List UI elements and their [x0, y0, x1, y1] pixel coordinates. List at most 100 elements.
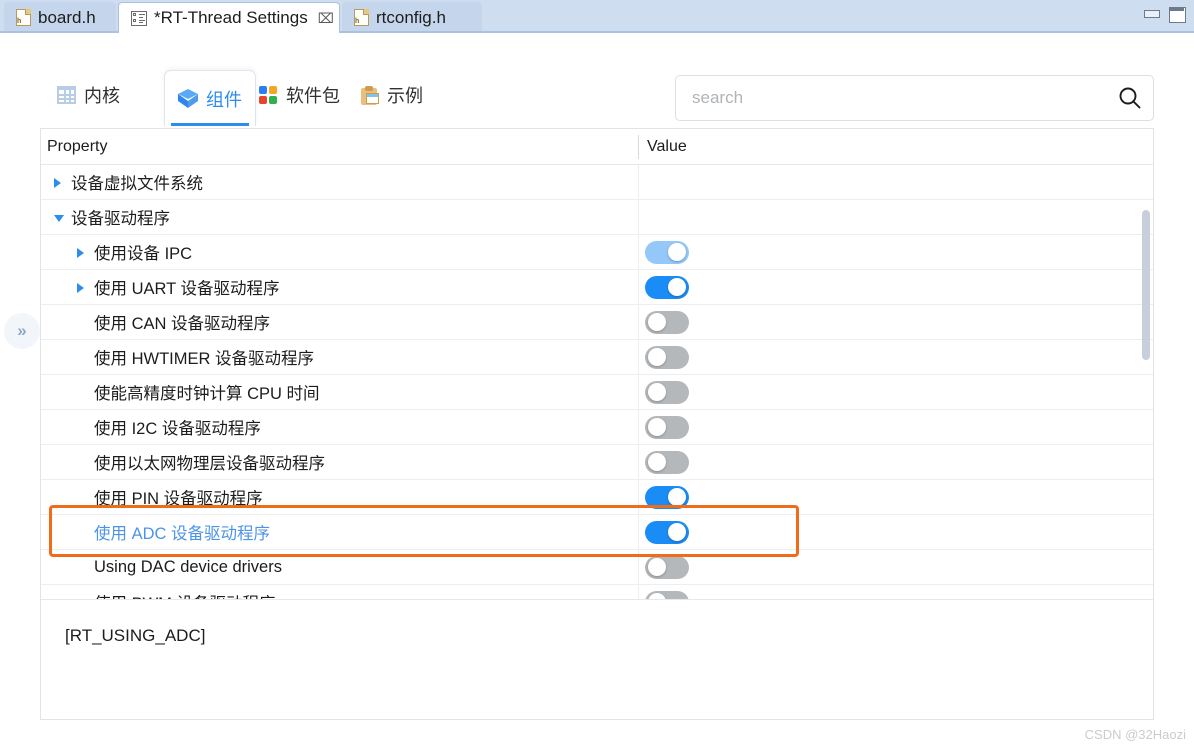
close-icon[interactable]: ⌧: [318, 10, 334, 27]
chevron-right-icon[interactable]: [54, 178, 61, 188]
toggle-knob: [668, 488, 686, 506]
row-label: 使用 ADC 设备驱动程序: [94, 525, 271, 543]
toggle-knob: [648, 418, 666, 436]
column-divider: [638, 305, 639, 340]
rt-thread-settings-window: h board.h *RT-Thread Settings ⌧ h rtconf…: [0, 0, 1194, 748]
toggle-switch[interactable]: [645, 485, 689, 509]
toggle-switch[interactable]: [645, 555, 689, 579]
editor-tab-rt-thread-settings[interactable]: *RT-Thread Settings ⌧: [118, 2, 340, 33]
row-label: 使用设备 IPC: [94, 245, 193, 263]
table-row[interactable]: Using DAC device drivers: [41, 550, 1153, 585]
column-divider: [638, 200, 639, 235]
toggle-knob: [668, 243, 686, 261]
table-row[interactable]: 使用 HWTIMER 设备驱动程序: [41, 340, 1153, 375]
table-row[interactable]: 设备虚拟文件系统: [41, 165, 1153, 200]
editor-tab-label: board.h: [38, 7, 96, 27]
column-header-value: Value: [647, 137, 687, 155]
tab-kernel[interactable]: 内核: [44, 70, 133, 120]
settings-row-list: 设备虚拟文件系统 设备驱动程序使用设备 IPC 使用 UART 设备驱动程序 使用 C…: [41, 165, 1153, 620]
editor-tab-label: rtconfig.h: [376, 7, 446, 27]
tab-kernel-label: 内核: [84, 86, 120, 106]
table-row[interactable]: 使用 PIN 设备驱动程序: [41, 480, 1153, 515]
toggle-switch[interactable]: [645, 345, 689, 369]
component-cube-icon: [178, 89, 198, 108]
column-divider: [638, 410, 639, 445]
column-divider: [638, 135, 639, 159]
column-header-property: Property: [47, 137, 108, 155]
row-label: 使能高精度时钟计算 CPU 时间: [94, 385, 320, 403]
maximize-window-button[interactable]: [1168, 6, 1186, 23]
category-toolbar: 内核 组件 软件包 示例: [40, 70, 1154, 128]
tab-demos[interactable]: 示例: [348, 70, 436, 120]
packages-clover-icon: [259, 85, 278, 105]
demo-clipboard-icon: [361, 85, 379, 105]
editor-tab-bar: h board.h *RT-Thread Settings ⌧ h rtconf…: [0, 0, 1194, 33]
settings-form-icon: [131, 10, 147, 26]
editor-tab-rtconfig-h[interactable]: h rtconfig.h: [342, 2, 482, 33]
row-label: 使用 PIN 设备驱动程序: [94, 490, 263, 508]
table-row[interactable]: 使用设备 IPC: [41, 235, 1153, 270]
toggle-knob: [648, 453, 666, 471]
row-label: 使用 CAN 设备驱动程序: [94, 315, 271, 333]
editor-tab-label: *RT-Thread Settings: [154, 8, 308, 27]
table-row[interactable]: 设备驱动程序: [41, 200, 1153, 235]
column-divider: [638, 375, 639, 410]
restore-view-chevron-icon[interactable]: »: [4, 313, 40, 349]
row-label: 使用 UART 设备驱动程序: [94, 280, 280, 298]
table-row[interactable]: 使用 CAN 设备驱动程序: [41, 305, 1153, 340]
toggle-switch[interactable]: [645, 520, 689, 544]
editor-tab-board-h[interactable]: h board.h: [4, 2, 116, 33]
column-divider: [638, 270, 639, 305]
h-file-icon: h: [354, 9, 369, 26]
toggle-knob: [668, 523, 686, 541]
toggle-switch[interactable]: [645, 310, 689, 334]
table-header: Property Value: [41, 129, 1153, 165]
tab-components-label: 组件: [206, 89, 242, 110]
kernel-grid-icon: [57, 86, 76, 104]
table-row[interactable]: 使用 ADC 设备驱动程序: [41, 515, 1153, 550]
column-divider: [638, 340, 639, 375]
table-row[interactable]: 使用以太网物理层设备驱动程序: [41, 445, 1153, 480]
toggle-switch[interactable]: [645, 450, 689, 474]
table-row[interactable]: 使能高精度时钟计算 CPU 时间: [41, 375, 1153, 410]
row-label: Using DAC device drivers: [94, 557, 282, 576]
search-box[interactable]: [675, 75, 1154, 121]
tab-demos-label: 示例: [387, 86, 423, 106]
toggle-knob: [648, 383, 666, 401]
tab-packages[interactable]: 软件包: [246, 70, 353, 120]
column-divider: [638, 235, 639, 270]
toggle-switch[interactable]: [645, 240, 689, 264]
row-label: 使用 HWTIMER 设备驱动程序: [94, 350, 314, 368]
column-divider: [638, 445, 639, 480]
search-icon[interactable]: [1107, 85, 1153, 111]
chevron-right-icon[interactable]: [77, 283, 84, 293]
list-scrollbar[interactable]: [1142, 166, 1150, 601]
column-divider: [638, 550, 639, 585]
toggle-switch[interactable]: [645, 415, 689, 439]
row-label: 设备驱动程序: [71, 210, 170, 228]
row-label: 设备虚拟文件系统: [71, 175, 203, 193]
tab-components[interactable]: 组件: [164, 70, 256, 126]
toggle-knob: [648, 348, 666, 366]
toggle-knob: [648, 313, 666, 331]
watermark: CSDN @32Haozi: [1084, 727, 1186, 742]
row-label: 使用 I2C 设备驱动程序: [94, 420, 261, 438]
toggle-switch[interactable]: [645, 380, 689, 404]
chevron-down-icon[interactable]: [54, 215, 64, 222]
column-divider: [638, 480, 639, 515]
search-input[interactable]: [676, 88, 1107, 108]
table-row[interactable]: 使用 UART 设备驱动程序: [41, 270, 1153, 305]
table-row[interactable]: 使用 I2C 设备驱动程序: [41, 410, 1153, 445]
toggle-knob: [648, 558, 666, 576]
minimize-window-button[interactable]: [1143, 6, 1161, 22]
settings-panel: Property Value 设备虚拟文件系统 设备驱动程序使用设备 IPC 使用 …: [40, 128, 1154, 720]
toggle-switch[interactable]: [645, 275, 689, 299]
toggle-knob: [668, 278, 686, 296]
h-file-icon: h: [16, 9, 31, 26]
tab-packages-label: 软件包: [286, 86, 340, 106]
scrollbar-thumb[interactable]: [1142, 210, 1150, 360]
chevron-right-icon[interactable]: [77, 248, 84, 258]
column-divider: [638, 515, 639, 550]
column-divider: [638, 165, 639, 200]
detail-pane: [RT_USING_ADC]: [41, 599, 1153, 719]
